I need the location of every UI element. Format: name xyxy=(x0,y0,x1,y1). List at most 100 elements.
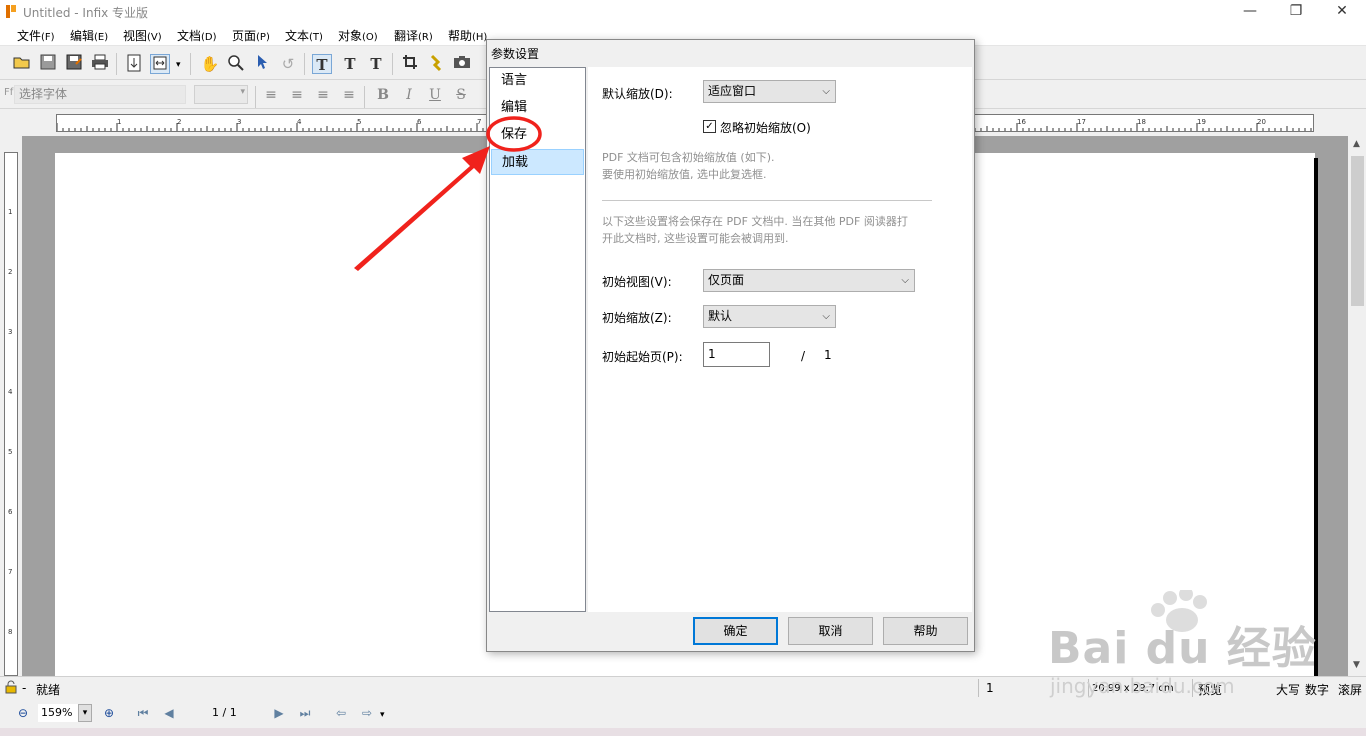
settings-panel: 默认缩放(D): 适应窗口 ⌵ ✓ 忽略初始缩放(O) PDF 文档可包含初始缩… xyxy=(588,67,972,612)
italic-button[interactable]: I xyxy=(400,86,418,104)
hint-line: PDF 文档可包含初始缩放值 (如下). xyxy=(602,151,775,164)
menu-help[interactable]: 帮助(H) xyxy=(448,27,487,44)
strikethrough-button[interactable]: S xyxy=(452,86,470,104)
superscript-icon[interactable]: T xyxy=(366,54,386,74)
toolbar-separator xyxy=(364,86,365,108)
ruler-number: 3 xyxy=(237,118,242,126)
bold-button[interactable]: B xyxy=(374,86,392,104)
last-page-icon[interactable]: ⏭ xyxy=(296,704,314,722)
close-button[interactable]: ✕ xyxy=(1319,0,1365,24)
ruler-number: 5 xyxy=(8,448,13,456)
ruler-number: 4 xyxy=(8,388,13,396)
taskbar-edge xyxy=(0,728,1366,736)
text-tool-icon[interactable]: T xyxy=(312,54,332,74)
ruler-number: 6 xyxy=(8,508,13,516)
status-ready: 就绪 xyxy=(36,683,61,697)
chevron-down-icon: ⌵ xyxy=(901,275,909,286)
save-icon[interactable] xyxy=(38,54,58,74)
minimize-button[interactable]: — xyxy=(1227,0,1273,24)
scroll-up-icon[interactable]: ▲ xyxy=(1353,139,1360,149)
fit-dropdown-icon[interactable]: ▾ xyxy=(176,60,181,70)
initial-page-label: 初始起始页(P): xyxy=(602,350,683,364)
hand-tool-icon[interactable]: ✋ xyxy=(200,54,220,74)
status-scroll: 滚屏 xyxy=(1338,683,1363,697)
menu-page[interactable]: 页面(P) xyxy=(232,27,270,44)
open-folder-icon[interactable] xyxy=(12,54,32,74)
watermark-brand: Bai du 经验 xyxy=(1048,623,1317,674)
underline-button[interactable]: U xyxy=(426,86,444,104)
ignore-initial-zoom-checkbox[interactable]: ✓ xyxy=(703,120,716,133)
zoom-out-icon[interactable]: ⊖ xyxy=(14,704,32,722)
zoom-in-icon[interactable]: ⊕ xyxy=(100,704,118,722)
vertical-scrollbar[interactable]: ▲ ▼ xyxy=(1349,136,1366,676)
category-load[interactable]: 加载 xyxy=(491,149,584,175)
align-left-icon[interactable]: ≡ xyxy=(262,86,280,104)
ruler-number: 3 xyxy=(8,328,13,336)
align-center-icon[interactable]: ≡ xyxy=(288,86,306,104)
font-size-select[interactable]: ▾ xyxy=(194,85,248,104)
initial-zoom-select[interactable]: 默认 ⌵ xyxy=(703,305,836,328)
maximize-button[interactable]: ❐ xyxy=(1273,0,1319,24)
initial-view-select[interactable]: 仅页面 ⌵ xyxy=(703,269,915,292)
align-right-icon[interactable]: ≡ xyxy=(314,86,332,104)
link-icon[interactable] xyxy=(426,54,446,74)
ruler-number: 5 xyxy=(357,118,362,126)
title-bar: Untitled - Infix 专业版 — ❐ ✕ xyxy=(0,0,1366,24)
initial-zoom-value: 默认 xyxy=(708,309,733,323)
history-dropdown-icon[interactable]: ▾ xyxy=(380,710,385,720)
ruler-number: 8 xyxy=(8,628,13,636)
app-logo-icon xyxy=(6,5,16,18)
toolbar-separator xyxy=(255,86,256,108)
initial-page-input[interactable]: 1 xyxy=(703,342,770,367)
category-save[interactable]: 保存 xyxy=(491,122,584,148)
watermark-url: jingyan.baidu.com xyxy=(1050,674,1235,698)
vertical-ruler: 1 2 3 4 5 6 7 8 xyxy=(4,152,18,676)
zoom-level-field[interactable]: 159% xyxy=(38,704,82,722)
export-icon[interactable] xyxy=(124,54,144,74)
next-page-icon[interactable]: ▶ xyxy=(270,704,288,722)
ruler-number: 1 xyxy=(8,208,13,216)
category-edit[interactable]: 编辑 xyxy=(491,95,584,121)
menu-translate[interactable]: 翻译(R) xyxy=(394,27,433,44)
category-list: 语言 编辑 保存 加载 xyxy=(489,67,586,612)
help-button[interactable]: 帮助 xyxy=(883,617,968,645)
menu-edit[interactable]: 编辑(E) xyxy=(70,27,108,44)
ruler-number: 1 xyxy=(117,118,122,126)
text-flow-icon[interactable]: T xyxy=(340,54,360,74)
align-justify-icon[interactable]: ≡ xyxy=(340,86,358,104)
menu-text[interactable]: 文本(T) xyxy=(285,27,323,44)
crop-icon[interactable] xyxy=(400,54,420,74)
save-as-icon[interactable] xyxy=(64,54,84,74)
page-indicator: 1 / 1 xyxy=(212,706,237,719)
category-language[interactable]: 语言 xyxy=(491,68,584,94)
print-icon[interactable] xyxy=(90,54,110,74)
cancel-button[interactable]: 取消 xyxy=(788,617,873,645)
section-divider xyxy=(602,200,932,201)
zoom-dropdown-icon[interactable]: ▾ xyxy=(78,704,92,722)
preferences-dialog: 参数设置 语言 编辑 保存 加载 默认缩放(D): 适应窗口 ⌵ ✓ 忽略初始缩… xyxy=(486,39,975,652)
select-arrow-icon[interactable] xyxy=(252,54,272,74)
menu-file[interactable]: 文件(F) xyxy=(17,27,55,44)
scrollbar-thumb[interactable] xyxy=(1351,156,1364,306)
ruler-number: 18 xyxy=(1137,118,1146,126)
page-total: 1 xyxy=(824,348,832,362)
first-page-icon[interactable]: ⏮ xyxy=(134,704,152,722)
zoom-icon[interactable] xyxy=(226,54,246,74)
forward-icon[interactable]: ⇨ xyxy=(358,704,376,722)
font-select[interactable]: 选择字体 xyxy=(14,85,186,104)
toolbar-separator xyxy=(116,53,117,75)
fit-page-icon[interactable] xyxy=(150,54,170,74)
default-zoom-select[interactable]: 适应窗口 ⌵ xyxy=(703,80,836,103)
menu-document[interactable]: 文档(D) xyxy=(177,27,217,44)
ok-button[interactable]: 确定 xyxy=(693,617,778,645)
menu-view[interactable]: 视图(V) xyxy=(123,27,162,44)
previous-page-icon[interactable]: ◀ xyxy=(160,704,178,722)
scroll-down-icon[interactable]: ▼ xyxy=(1353,660,1360,670)
rotate-icon[interactable]: ↺ xyxy=(278,54,298,74)
page-total-separator: / xyxy=(801,349,806,363)
ignore-initial-zoom-label: 忽略初始缩放(O) xyxy=(720,121,811,135)
menu-object[interactable]: 对象(O) xyxy=(338,27,378,44)
camera-icon[interactable] xyxy=(452,54,472,74)
back-icon[interactable]: ⇦ xyxy=(332,704,350,722)
ruler-number: 6 xyxy=(417,118,422,126)
